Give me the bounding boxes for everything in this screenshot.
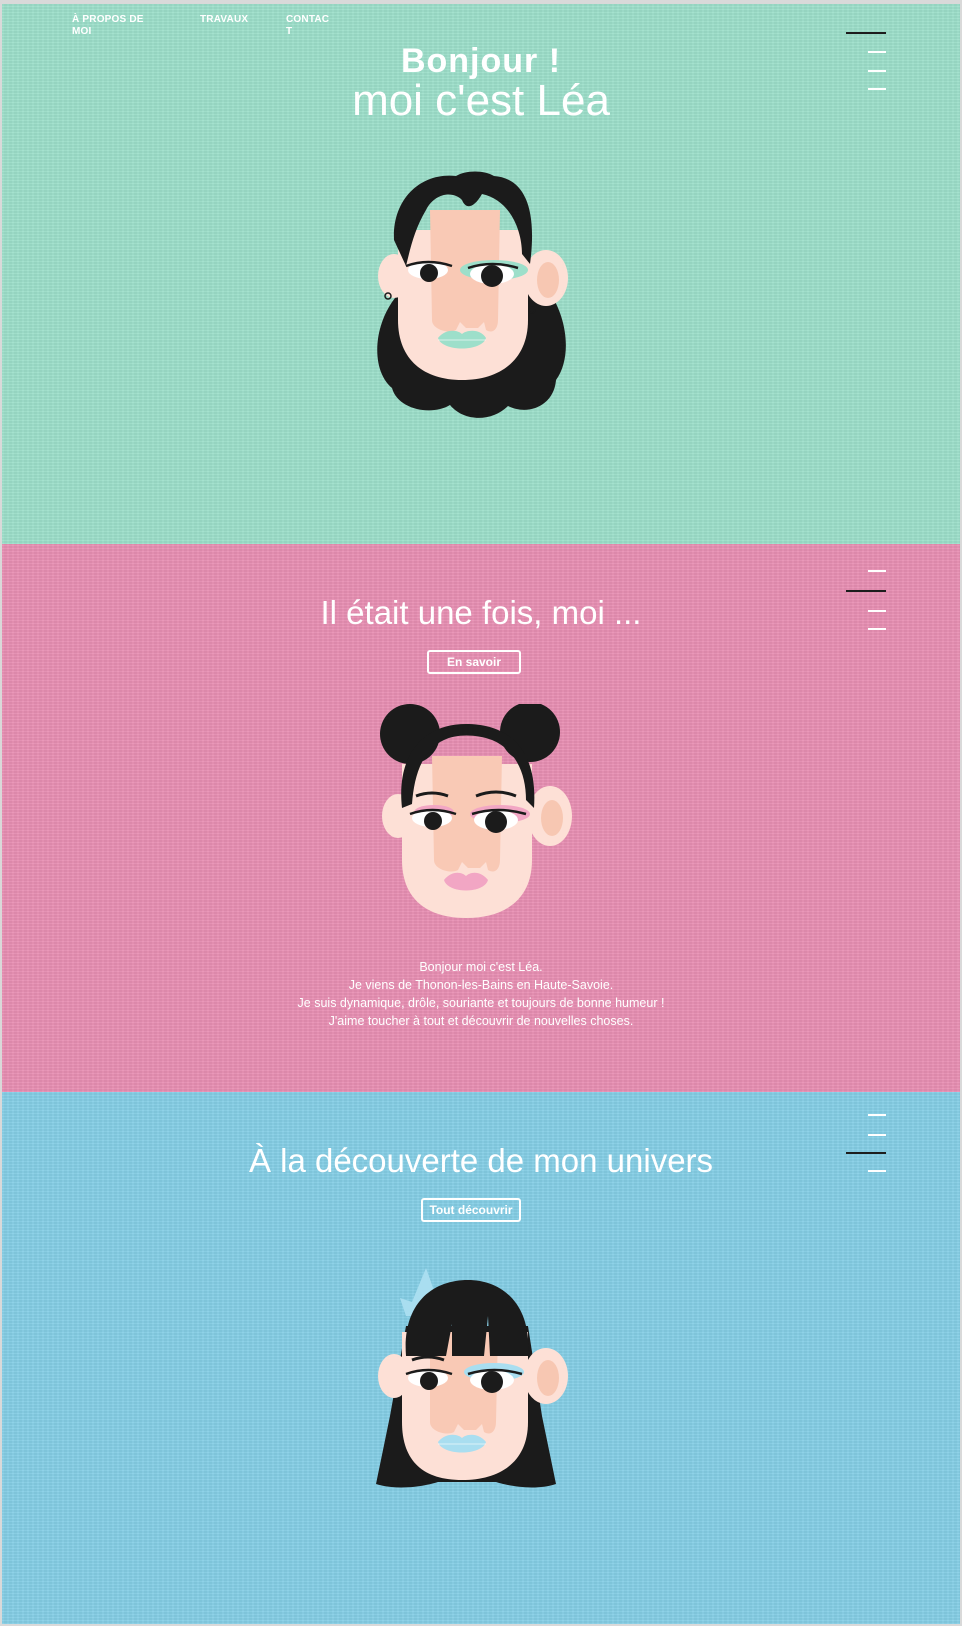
avatar-space-buns-illustration: [380, 704, 572, 918]
about-heading: Il était une fois, moi ...: [320, 594, 642, 631]
nav-link-works[interactable]: TRAVAUX: [200, 14, 260, 26]
section-indicator[interactable]: [868, 1134, 886, 1136]
section-indicator[interactable]: [868, 1114, 886, 1116]
universe-heading: À la découverte de mon univers: [248, 1142, 714, 1179]
nav-link-about[interactable]: À PROPOS DE MOI: [72, 14, 162, 38]
section-indicator-active[interactable]: [846, 32, 886, 34]
discover-all-button[interactable]: Tout découvrir: [421, 1198, 521, 1222]
bio-text: Bonjour moi c'est Léa. Je viens de Thono…: [2, 958, 960, 1030]
bio-line: Je suis dynamique, drôle, souriante et t…: [297, 996, 665, 1010]
bio-line: J'aime toucher à tout et découvrir de no…: [328, 1014, 634, 1028]
avatar-curly-hair-illustration: [377, 171, 568, 418]
universe-section: À la découverte de mon univers Tout déco…: [2, 1092, 960, 1624]
section-indicator-active[interactable]: [846, 590, 886, 592]
bio-line: Je viens de Thonon-les-Bains en Haute-Sa…: [348, 978, 614, 992]
avatar-bangs-crown-illustration: [376, 1268, 568, 1488]
hero-subtitle: moi c'est Léa: [352, 76, 610, 125]
about-section: Il était une fois, moi ... En savoir Bon…: [2, 544, 960, 1092]
hero-section: À PROPOS DE MOI TRAVAUX CONTACT Bonjour …: [2, 4, 960, 544]
nav-link-contact[interactable]: CONTACT: [286, 14, 330, 38]
page: À PROPOS DE MOI TRAVAUX CONTACT Bonjour …: [2, 4, 960, 1624]
learn-more-button[interactable]: En savoir: [427, 650, 521, 674]
top-nav: À PROPOS DE MOI TRAVAUX CONTACT: [2, 14, 960, 44]
section-indicator[interactable]: [868, 570, 886, 572]
bio-line: Bonjour moi c'est Léa.: [419, 960, 543, 974]
